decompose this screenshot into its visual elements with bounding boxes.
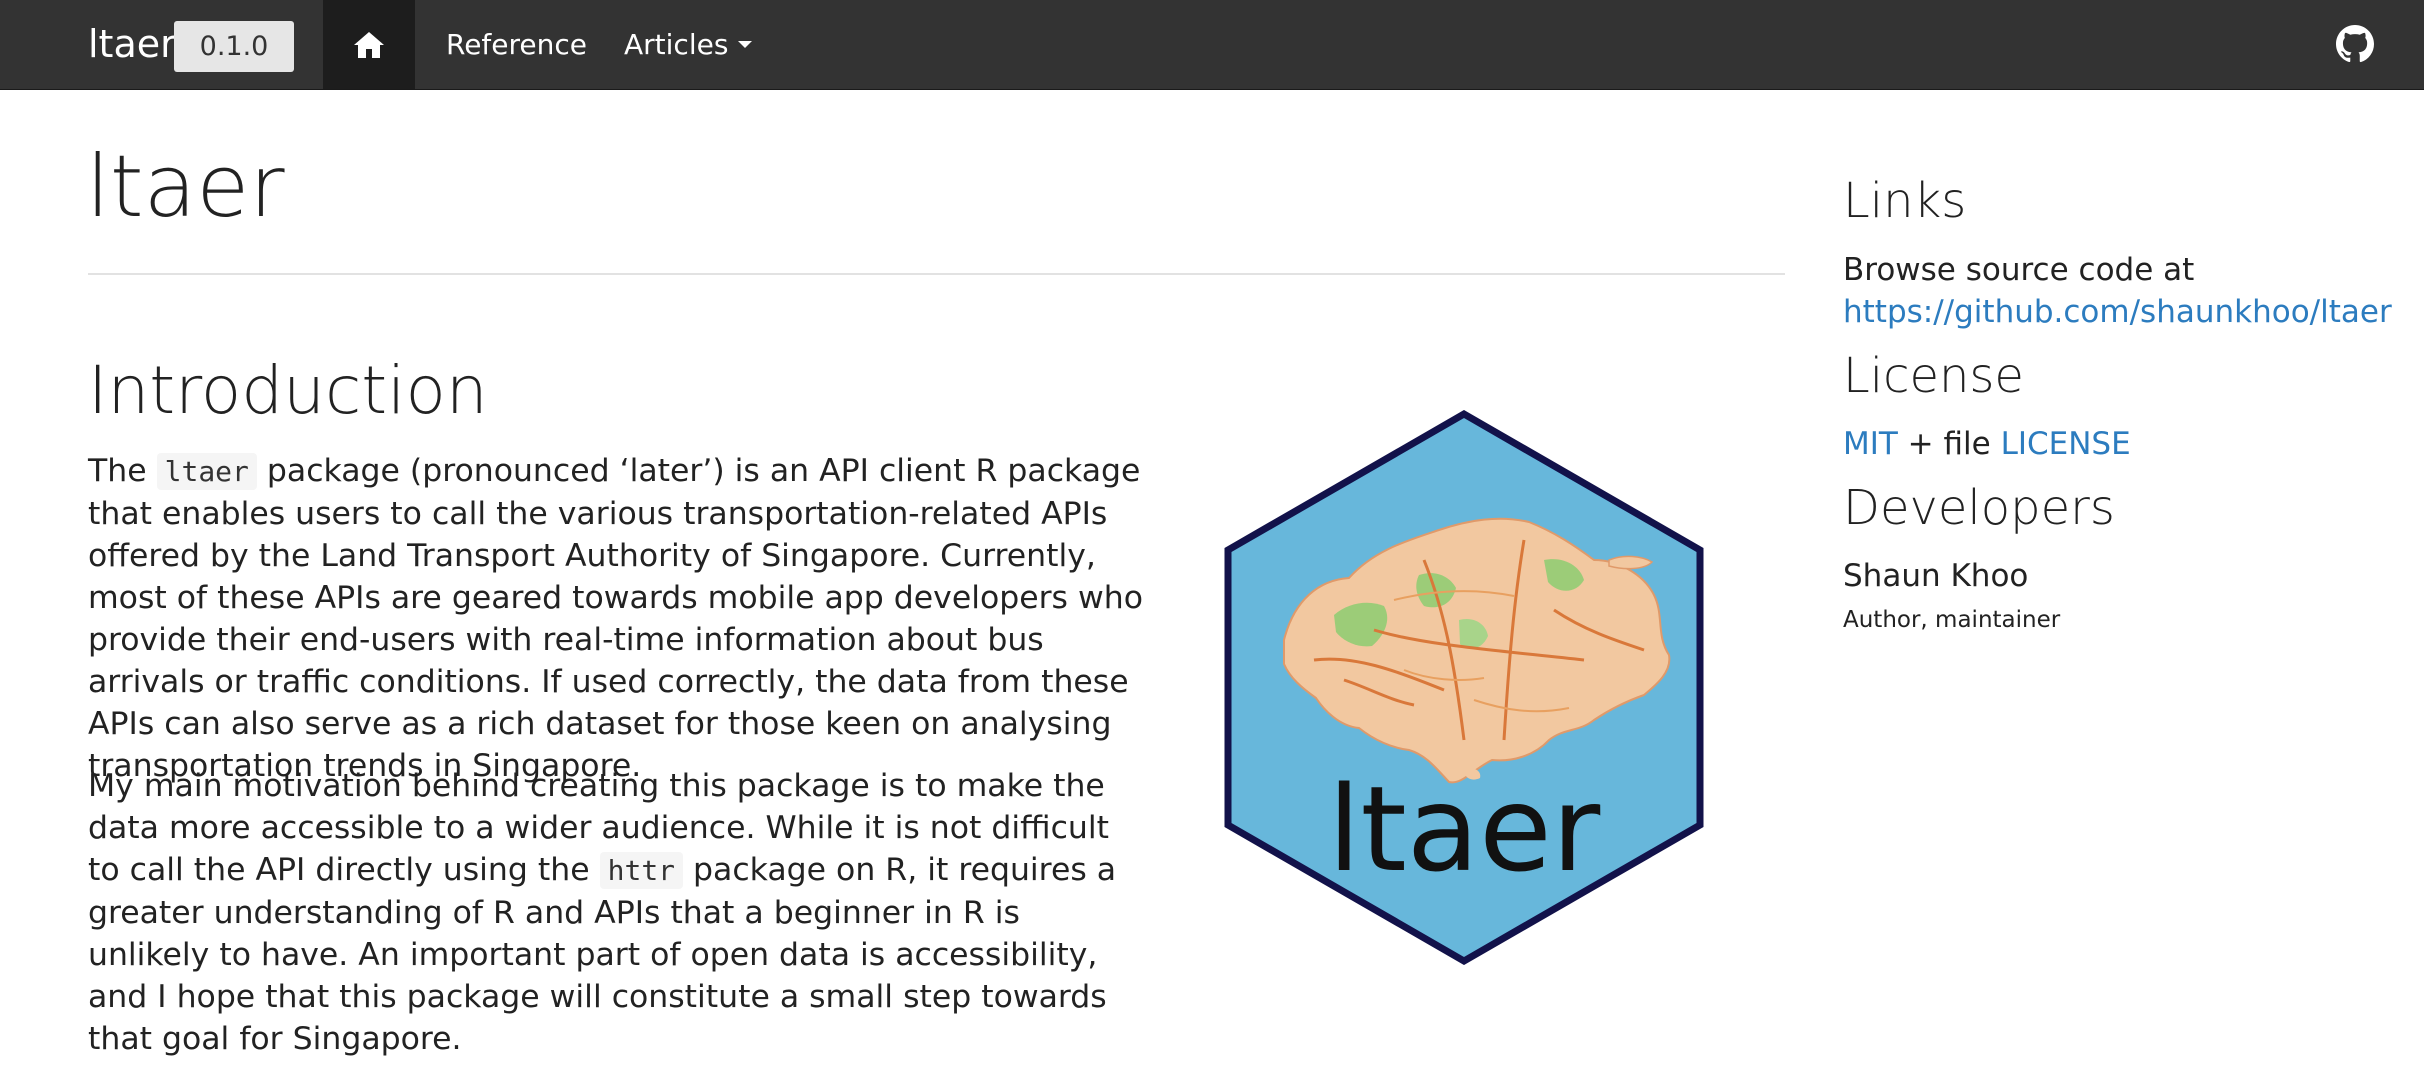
license-line: MIT + file LICENSE bbox=[1843, 424, 2131, 464]
intro-paragraph-1: The ltaer package (pronounced ‘later’) i… bbox=[88, 450, 1148, 787]
developers-heading: Developers bbox=[1843, 480, 2115, 536]
links-heading: Links bbox=[1843, 173, 1967, 229]
intro-paragraph-2: My main motivation behind creating this … bbox=[88, 765, 1148, 1060]
developer-name: Shaun Khoo bbox=[1843, 558, 2029, 594]
introduction-heading: Introduction bbox=[88, 352, 488, 429]
nav-articles-label: Articles bbox=[624, 28, 729, 61]
mit-license-link[interactable]: MIT bbox=[1843, 426, 1898, 462]
title-divider bbox=[88, 273, 1785, 275]
developer-role: Author, maintainer bbox=[1843, 607, 2061, 633]
home-nav-button[interactable] bbox=[323, 0, 415, 89]
para1-text-start: The bbox=[88, 453, 157, 489]
nav-reference-label: Reference bbox=[446, 28, 587, 61]
github-icon[interactable] bbox=[2336, 25, 2374, 63]
caret-down-icon bbox=[738, 41, 753, 48]
logo-text: ltaer bbox=[1328, 760, 1601, 898]
nav-articles[interactable]: Articles bbox=[624, 0, 753, 89]
nav-reference[interactable]: Reference bbox=[446, 0, 587, 89]
license-file-link[interactable]: LICENSE bbox=[2001, 426, 2131, 462]
repo-link[interactable]: https://github.com/shaunkhoo/ltaer bbox=[1843, 294, 2392, 330]
license-mid-text: + file bbox=[1897, 426, 2001, 462]
home-icon bbox=[354, 31, 384, 58]
page-title: ltaer bbox=[86, 137, 285, 237]
package-code: ltaer bbox=[156, 453, 257, 490]
browse-source-text: Browse source code at bbox=[1843, 252, 2195, 288]
brand-link[interactable]: ltaer bbox=[88, 16, 176, 72]
navbar: ltaer 0.1.0 Reference Articles bbox=[0, 0, 2424, 90]
repo-link-line: https://github.com/shaunkhoo/ltaer bbox=[1843, 292, 2392, 332]
ltaer-hex-logo: ltaer bbox=[1224, 410, 1704, 965]
version-badge: 0.1.0 bbox=[174, 21, 294, 72]
para1-text-end: package (pronounced ‘later’) is an API c… bbox=[88, 453, 1143, 784]
license-heading: License bbox=[1843, 348, 2024, 404]
httr-code: httr bbox=[599, 852, 684, 889]
